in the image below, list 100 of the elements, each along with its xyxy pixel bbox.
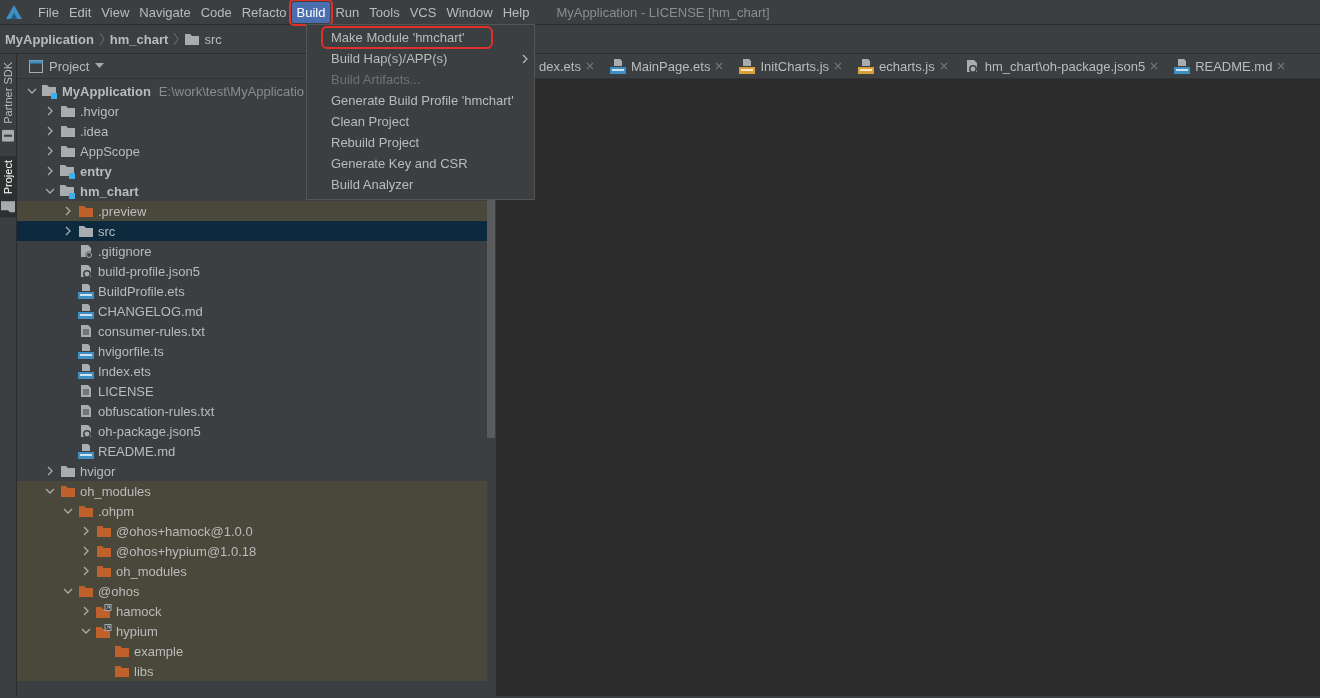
chevron-icon[interactable]: [81, 546, 91, 556]
tree-item[interactable]: src: [17, 221, 487, 241]
project-path: E:\work\test\MyApplicatio: [158, 83, 305, 99]
file-icon: [1174, 58, 1191, 74]
folder-icon: [184, 32, 201, 46]
tree-item[interactable]: oh_modules: [17, 481, 487, 501]
menu-entry[interactable]: Generate Build Profile 'hmchart': [307, 90, 534, 111]
editor-tab[interactable]: dex.ets: [537, 54, 596, 78]
chevron-icon[interactable]: [81, 606, 91, 616]
menu-entry[interactable]: Build Analyzer: [307, 174, 534, 195]
chevron-icon[interactable]: [63, 226, 73, 236]
chevron-icon: [173, 32, 180, 46]
menu-item[interactable]: View: [96, 1, 135, 23]
editor-tab[interactable]: echarts.js: [856, 54, 950, 78]
folder-icon: [59, 104, 76, 118]
menu-item[interactable]: Navigate: [134, 1, 196, 23]
panel-title[interactable]: Project: [49, 58, 90, 74]
file-icon: [77, 363, 94, 379]
chevron-icon: [98, 32, 105, 46]
folder-icon: [95, 564, 112, 578]
chevron-icon[interactable]: [81, 626, 91, 636]
tree-item[interactable]: .gitignore: [17, 241, 487, 261]
tree-item[interactable]: obfuscation-rules.txt: [17, 401, 487, 421]
chevron-icon[interactable]: [45, 146, 55, 156]
close-icon: [715, 62, 724, 70]
chevron-icon[interactable]: [45, 466, 55, 476]
module-folder-icon: [41, 83, 58, 99]
close-icon: [834, 62, 843, 70]
folder-icon: [59, 464, 76, 478]
tree-item[interactable]: oh-package.json5: [17, 421, 487, 441]
panel-icon: [29, 59, 43, 73]
menu-item[interactable]: Build: [291, 1, 331, 23]
editor-tab[interactable]: InitCharts.js: [737, 54, 845, 78]
tree-item[interactable]: LICENSE: [17, 381, 487, 401]
tree-item[interactable]: hvigorfile.ts: [17, 341, 487, 361]
folder-icon: [59, 484, 76, 498]
folder-icon: [113, 664, 130, 678]
menu-item[interactable]: Refacto: [236, 1, 292, 23]
file-icon: [77, 283, 94, 299]
menu-item[interactable]: VCS: [404, 1, 442, 23]
chevron-icon[interactable]: [45, 106, 55, 116]
menu-entry[interactable]: Generate Key and CSR: [307, 153, 534, 174]
folder-icon: [77, 584, 94, 598]
linked-folder-icon: [95, 623, 112, 639]
folder-icon: [95, 544, 112, 558]
tree-item[interactable]: libs: [17, 661, 487, 681]
folder-icon: [77, 204, 94, 218]
chevron-icon[interactable]: [81, 526, 91, 536]
chevron-icon[interactable]: [45, 126, 55, 136]
menu-item[interactable]: Run: [330, 1, 365, 23]
dropdown-caret-icon: [95, 63, 105, 69]
tree-item[interactable]: build-profile.json5: [17, 261, 487, 281]
module-folder-icon: [59, 183, 76, 199]
tree-item[interactable]: oh_modules: [17, 561, 487, 581]
chevron-icon[interactable]: [63, 586, 73, 596]
tool-window-tab[interactable]: Partner SDK: [0, 58, 16, 146]
tree-item[interactable]: Index.ets: [17, 361, 487, 381]
tree-item[interactable]: consumer-rules.txt: [17, 321, 487, 341]
tree-item[interactable]: @ohos+hamock@1.0.0: [17, 521, 487, 541]
close-icon: [939, 62, 948, 70]
breadcrumb-item[interactable]: src: [204, 31, 222, 47]
editor-tab[interactable]: README.md: [1172, 54, 1288, 78]
tree-item[interactable]: @ohos+hypium@1.0.18: [17, 541, 487, 561]
chevron-icon[interactable]: [45, 486, 55, 496]
chevron-icon[interactable]: [45, 166, 55, 176]
folder-icon: [113, 644, 130, 658]
tree-item[interactable]: hvigor: [17, 461, 487, 481]
module-folder-icon: [59, 163, 76, 179]
chevron-icon[interactable]: [81, 566, 91, 576]
menu-entry[interactable]: Make Module 'hmchart': [307, 27, 534, 48]
menu-item[interactable]: Edit: [63, 1, 97, 23]
tree-item[interactable]: BuildProfile.ets: [17, 281, 487, 301]
chevron-icon[interactable]: [63, 506, 73, 516]
close-icon: [1277, 62, 1286, 70]
breadcrumb-item[interactable]: hm_chart: [109, 31, 169, 47]
tree-item[interactable]: hamock: [17, 601, 487, 621]
tree-item[interactable]: example: [17, 641, 487, 661]
menu-entry[interactable]: Clean Project: [307, 111, 534, 132]
editor-tab[interactable]: MainPage.ets: [607, 54, 726, 78]
chevron-icon[interactable]: [45, 186, 55, 196]
editor-tab[interactable]: hm_chart\oh-package.json5: [961, 54, 1161, 78]
chevron-icon[interactable]: [63, 206, 73, 216]
file-icon: [77, 443, 94, 459]
menu-item[interactable]: Window: [441, 1, 498, 23]
tool-window-tab[interactable]: Project: [0, 155, 16, 217]
menu-item[interactable]: Code: [195, 1, 237, 23]
breadcrumb-item[interactable]: MyApplication: [5, 31, 94, 47]
tree-item[interactable]: .preview: [17, 201, 487, 221]
tree-item[interactable]: .ohpm: [17, 501, 487, 521]
tree-item[interactable]: @ohos: [17, 581, 487, 601]
menu-item[interactable]: Tools: [364, 1, 405, 23]
chevron-icon[interactable]: [27, 86, 37, 96]
tree-item[interactable]: README.md: [17, 441, 487, 461]
menu-item[interactable]: Help: [497, 1, 535, 23]
tree-item[interactable]: hypium: [17, 621, 487, 641]
menu-item[interactable]: File: [33, 1, 64, 23]
folder-icon: [95, 524, 112, 538]
menu-entry[interactable]: Rebuild Project: [307, 132, 534, 153]
tree-item[interactable]: CHANGELOG.md: [17, 301, 487, 321]
menu-entry[interactable]: Build Hap(s)/APP(s): [307, 48, 534, 69]
